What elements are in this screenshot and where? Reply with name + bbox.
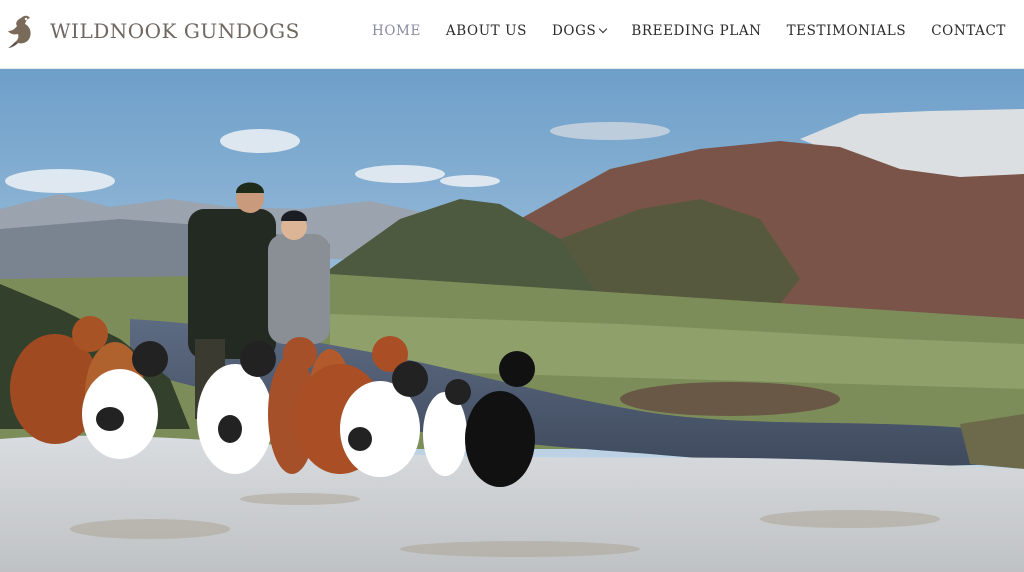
nav-testimonials-label: TESTIMONIALS: [786, 23, 907, 39]
chevron-down-icon: [599, 24, 608, 34]
nav-home-label: HOME: [371, 23, 421, 39]
nav-breeding-plan[interactable]: BREEDING PLAN: [631, 23, 761, 39]
hero-landscape-illustration: [0, 69, 1024, 572]
lake-island: [620, 382, 840, 416]
nav-contact[interactable]: CONTACT: [931, 23, 1006, 39]
pheasant-bird-icon: [8, 15, 31, 48]
nav-dogs-label: DOGS: [552, 23, 597, 39]
hero-image: [0, 69, 1024, 572]
nav-dogs[interactable]: DOGS: [552, 23, 608, 39]
nav-about-label: ABOUT US: [445, 23, 527, 39]
nav-about-us[interactable]: ABOUT US: [446, 23, 527, 39]
main-nav: HOME ABOUT US DOGS BREEDING PLAN TESTIMO…: [347, 23, 1006, 39]
site-header: WILDNOOK GUNDOGS HOME ABOUT US DOGS BREE…: [0, 0, 1024, 69]
logo[interactable]: [6, 12, 36, 50]
nav-contact-label: CONTACT: [931, 23, 1006, 39]
nav-breeding-label: BREEDING PLAN: [631, 23, 762, 39]
nav-testimonials[interactable]: TESTIMONIALS: [787, 23, 907, 39]
nav-home[interactable]: HOME: [372, 23, 421, 39]
brand-name[interactable]: WILDNOOK GUNDOGS: [50, 19, 300, 43]
